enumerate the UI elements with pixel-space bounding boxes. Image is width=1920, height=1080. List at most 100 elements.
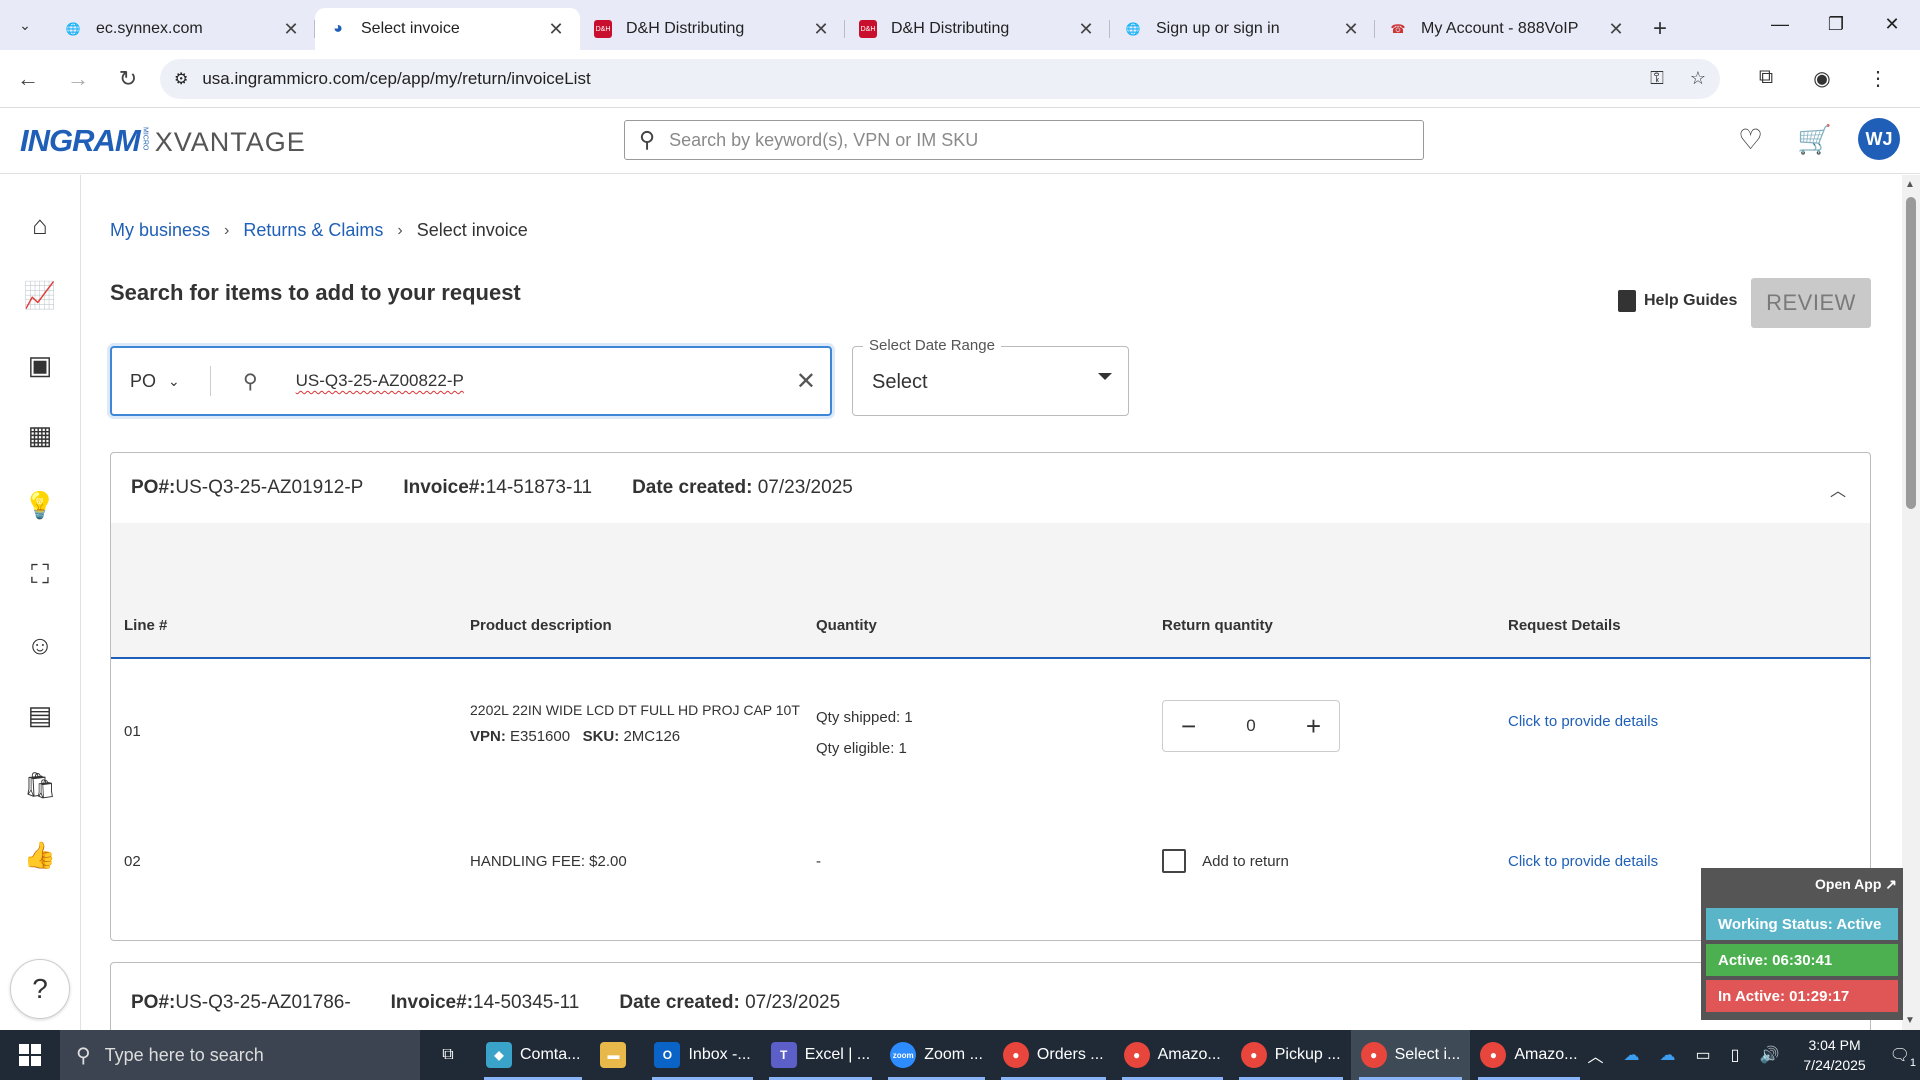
sku-label: SKU: (582, 728, 620, 745)
chevron-up-icon[interactable]: ︿ (1830, 477, 1846, 501)
browser-tab[interactable]: D&H D&H Distributing ✕ (580, 8, 845, 50)
close-icon[interactable]: ✕ (1341, 19, 1361, 40)
review-button[interactable]: REVIEW (1751, 278, 1871, 328)
taskbar-item-active[interactable]: ● Select i... (1350, 1030, 1471, 1080)
browser-tab[interactable]: D&H D&H Distributing ✕ (845, 8, 1110, 50)
browser-menu-icon[interactable]: ⋮ (1850, 66, 1906, 91)
back-icon[interactable]: ← (6, 57, 50, 101)
new-tab-icon[interactable]: + (1640, 8, 1680, 50)
cart-icon[interactable]: 🛒 (1797, 123, 1832, 156)
browser-tab-active[interactable]: ◕ Select invoice ✕ (315, 8, 580, 50)
clear-search-icon[interactable]: ✕ (796, 367, 816, 396)
taskbar-item-label: Select i... (1394, 1046, 1461, 1063)
warehouse-icon[interactable]: ▦ (20, 415, 60, 455)
taskbar-item[interactable]: O Inbox -... (644, 1030, 760, 1080)
orders-box-icon[interactable]: ▣ (20, 345, 60, 385)
cloud-services-icon[interactable]: ⛶ (20, 555, 60, 595)
windows-start-icon[interactable] (0, 1030, 60, 1080)
scroll-up-icon[interactable]: ▲ (1905, 179, 1915, 190)
favorites-heart-icon[interactable]: ♡ (1738, 123, 1763, 156)
taskbar-item-label: Amazo... (1514, 1046, 1578, 1063)
help-icon[interactable]: ? (10, 959, 70, 1019)
page-scrollbar[interactable]: ▲ ▼ (1902, 175, 1920, 1030)
password-key-icon[interactable]: ⚿ (1650, 68, 1664, 89)
breadcrumb-my-business[interactable]: My business (110, 220, 210, 241)
invoice-card: PO#:US-Q3-25-AZ01912-P Invoice#:14-51873… (110, 452, 1871, 941)
profile-icon[interactable]: ◉ (1794, 66, 1850, 91)
url-field[interactable]: ⚙ usa.ingrammicro.com/cep/app/my/return/… (160, 58, 1720, 99)
minus-icon[interactable]: − (1181, 711, 1196, 742)
provide-details-link[interactable]: Click to provide details (1508, 853, 1658, 870)
reload-icon[interactable]: ↻ (106, 57, 150, 101)
open-app-link[interactable]: Open App ↗ (1815, 876, 1897, 893)
minimize-icon[interactable]: — (1752, 0, 1808, 48)
help-guides-link[interactable]: Help Guides (1618, 290, 1737, 312)
provide-details-link[interactable]: Click to provide details (1508, 713, 1658, 730)
taskbar-clock[interactable]: 3:04 PM 7/24/2025 (1803, 1035, 1865, 1075)
browser-tab[interactable]: 🌐 Sign up or sign in ✕ (1110, 8, 1375, 50)
battery-icon[interactable]: ▭ (1696, 1045, 1711, 1065)
volume-icon[interactable]: 🔊 (1759, 1045, 1779, 1065)
plus-icon[interactable]: + (1306, 711, 1321, 742)
task-view-icon[interactable]: ⧉ (420, 1030, 476, 1080)
calendar-icon[interactable]: ▤ (20, 695, 60, 735)
support-agent-icon[interactable]: ☺ (20, 625, 60, 665)
close-icon[interactable]: ✕ (1606, 19, 1626, 40)
po-number: US-Q3-25-AZ01912-P (175, 477, 364, 498)
logo-sub-text: XVANTAGE (154, 126, 306, 157)
analytics-icon[interactable]: 📈 (20, 275, 60, 315)
url-text: usa.ingrammicro.com/cep/app/my/return/in… (202, 68, 591, 88)
breadcrumb-returns-claims[interactable]: Returns & Claims (243, 220, 383, 241)
taskbar-item[interactable]: ◆ Comta... (476, 1030, 590, 1080)
home-icon[interactable]: ⌂ (20, 205, 60, 245)
checkbox-icon[interactable] (1162, 849, 1186, 873)
scrollbar-thumb[interactable] (1906, 197, 1916, 509)
notifications-icon[interactable]: 🗨 1 (1890, 1045, 1916, 1069)
table-row: 02 HANDLING FEE: $2.00 - Add to return C… (111, 809, 1870, 939)
browser-tab[interactable]: 🌐 ec.synnex.com ✕ (50, 8, 315, 50)
clock-time: 3:04 PM (1808, 1037, 1861, 1053)
invoice-search-input[interactable]: US-Q3-25-AZ00822-P (296, 371, 796, 391)
page-title: Search for items to add to your request (110, 280, 521, 305)
dh-favicon-icon: D&H (859, 20, 877, 38)
search-type-select[interactable]: PO ⌄ (112, 371, 210, 392)
close-icon[interactable]: ✕ (546, 19, 566, 40)
invoice-search-group: PO ⌄ ⚲ US-Q3-25-AZ00822-P ✕ (110, 346, 832, 416)
taskbar-item[interactable]: ● Amazo... (1470, 1030, 1587, 1080)
extensions-icon[interactable]: ⧉ (1738, 66, 1794, 91)
taskbar-item[interactable]: ▬ (590, 1030, 644, 1080)
taskbar-item[interactable]: zoom Zoom ... (880, 1030, 993, 1080)
close-icon[interactable]: ✕ (281, 19, 301, 40)
site-info-icon[interactable]: ⚙ (174, 69, 188, 89)
tab-search-dropdown-icon[interactable]: ⌄ (0, 0, 50, 50)
qty-shipped: Qty shipped: 1 (816, 709, 913, 726)
add-to-return-checkbox[interactable]: Add to return (1162, 849, 1289, 873)
invoice-card-header[interactable]: PO#:US-Q3-25-AZ01912-P Invoice#:14-51873… (111, 453, 1870, 523)
scroll-down-icon[interactable]: ▼ (1905, 1015, 1915, 1026)
close-icon[interactable]: ✕ (1076, 19, 1096, 40)
taskbar-item[interactable]: ● Pickup ... (1231, 1030, 1351, 1080)
taskbar-search-input[interactable]: ⚲ Type here to search (60, 1030, 420, 1080)
browser-tab[interactable]: ☎ My Account - 888VoIP ✕ (1375, 8, 1640, 50)
network-icon[interactable]: ▯ (1731, 1045, 1740, 1065)
restore-icon[interactable]: ❐ (1808, 0, 1864, 48)
bookmark-star-icon[interactable]: ☆ (1690, 68, 1706, 89)
shopping-bag-icon[interactable]: 🛍 (20, 765, 60, 805)
avatar[interactable]: WJ (1858, 118, 1900, 160)
onedrive-icon[interactable]: ☁ (1624, 1045, 1640, 1065)
date-range-select[interactable]: Select Date Range Select (852, 337, 1129, 416)
chevron-up-icon[interactable]: ︿ (1588, 1043, 1604, 1067)
thumbs-up-icon[interactable]: 👍 (20, 835, 60, 875)
lightbulb-icon[interactable]: 💡 (20, 485, 60, 525)
ingram-xvantage-logo[interactable]: INGRAM MICRO XVANTAGE (20, 123, 306, 159)
close-icon[interactable]: ✕ (811, 19, 831, 40)
onedrive-icon[interactable]: ☁ (1660, 1045, 1676, 1065)
taskbar-item[interactable]: ● Amazo... (1114, 1030, 1231, 1080)
return-quantity-value[interactable]: 0 (1246, 716, 1255, 736)
window-close-icon[interactable]: ✕ (1864, 0, 1920, 48)
forward-icon[interactable]: → (56, 57, 100, 101)
taskbar-item[interactable]: T Excel | ... (761, 1030, 881, 1080)
po-number: US-Q3-25-AZ01786- (175, 991, 351, 1013)
product-search-input[interactable]: ⚲ Search by keyword(s), VPN or IM SKU (624, 120, 1424, 160)
taskbar-item[interactable]: ● Orders ... (993, 1030, 1114, 1080)
